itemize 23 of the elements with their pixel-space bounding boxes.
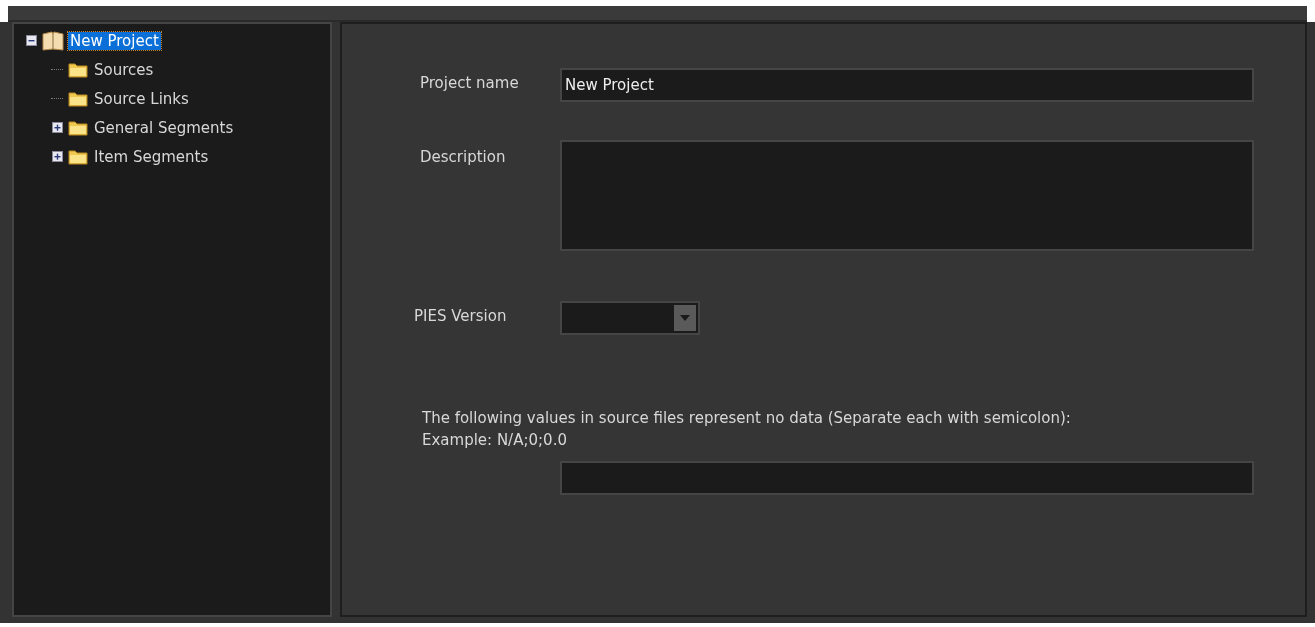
version-dropdown[interactable] [560, 301, 700, 335]
field-label: PIES Version [414, 306, 508, 325]
description-field[interactable] [560, 140, 1254, 251]
folder-icon [68, 119, 88, 136]
tree-item[interactable]: Item Segments [92, 147, 211, 166]
no-data-values-field[interactable] [560, 461, 1254, 495]
tree-item[interactable]: Sources [92, 60, 156, 79]
expand-icon[interactable] [51, 122, 63, 133]
collapse-icon[interactable] [25, 35, 37, 46]
caret-icon [680, 315, 690, 321]
folder-icon [68, 90, 88, 107]
instruction-text: The following values in source files represent no data (Separate each with semicolon): [422, 409, 1072, 427]
field-label: Description [420, 147, 507, 166]
book-icon [42, 30, 64, 51]
project-name-field[interactable]: New Project [560, 68, 1254, 102]
example-text: Example: N/A;0;0.0 [422, 431, 568, 449]
field-label: Project name [420, 73, 520, 92]
tree-item[interactable]: New Project [68, 31, 161, 50]
tree-item[interactable]: Source Links [92, 89, 191, 108]
expand-icon[interactable] [51, 151, 63, 162]
tree-item[interactable]: General Segments [92, 118, 236, 137]
folder-icon [68, 148, 88, 165]
folder-icon [68, 61, 88, 78]
